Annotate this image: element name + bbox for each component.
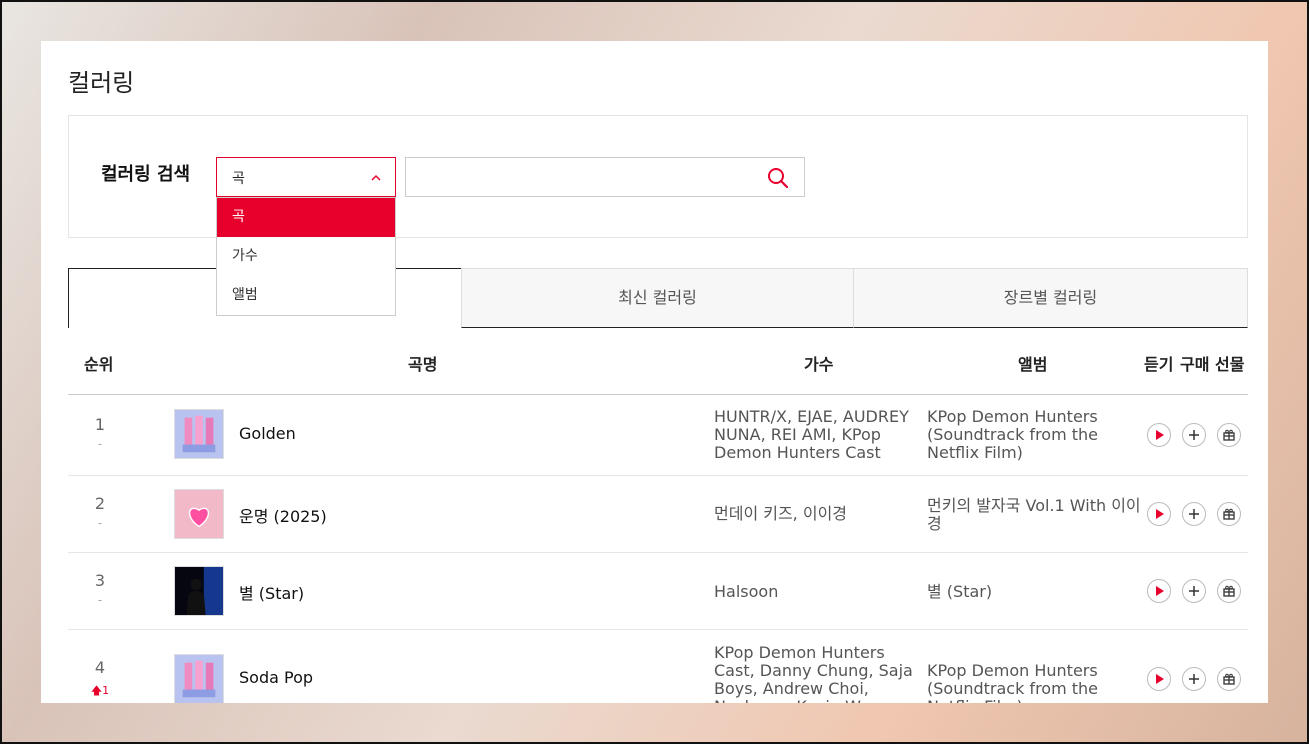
play-icon [1156,586,1164,596]
search-icon[interactable] [766,166,790,190]
search-type-value: 곡 [232,171,245,187]
arrow-up-icon: 🡅 [90,684,103,697]
song-title[interactable]: Golden [239,424,296,443]
rank-number: 3 [94,571,106,590]
dropdown-option-song[interactable]: 곡 [217,198,395,237]
row-actions [1147,423,1247,447]
coloring-panel: 컬러링 컬러링 검색 곡 곡 가수 앨범 최신 컬러링 장르별 컬러링 순위 곡… [41,41,1268,703]
gift-icon [1223,585,1235,597]
header-listen: 듣기 [1144,355,1174,374]
song-title[interactable]: 운명 (2025) [239,503,327,527]
buy-button[interactable] [1182,579,1206,603]
play-icon [1156,674,1164,684]
buy-button[interactable] [1182,502,1206,526]
song-title[interactable]: Soda Pop [239,668,313,687]
artist-name[interactable]: 먼데이 키즈, 이이경 [714,505,919,523]
dropdown-option-album[interactable]: 앨범 [217,276,395,315]
header-rank: 순위 [84,355,114,374]
album-cover[interactable] [174,489,224,539]
page-title: 컬러링 [68,69,135,97]
gift-icon [1223,429,1235,441]
gift-button[interactable] [1217,502,1241,526]
rank-change-value: 1 [102,684,110,697]
rank-change-up: 🡅1 [68,682,132,701]
rank-number: 1 [94,415,106,434]
plus-icon [1189,586,1199,596]
chevron-up-icon [371,174,381,181]
album-cover[interactable] [174,654,224,703]
album-name[interactable]: 별 (Star) [927,583,1142,601]
row-actions [1147,667,1247,691]
row-actions [1147,579,1247,603]
header-buy: 구매 [1180,355,1210,374]
gift-icon [1223,508,1235,520]
search-input[interactable] [406,158,746,196]
tab-genre[interactable]: 장르별 컬러링 [853,268,1248,328]
gift-button[interactable] [1217,667,1241,691]
search-input-wrapper [405,157,805,197]
header-gift: 선물 [1215,355,1245,374]
play-button[interactable] [1147,502,1171,526]
table-header: 순위 곡명 가수 앨범 듣기 구매 선물 [68,328,1248,395]
rank-change: - [97,516,103,530]
play-button[interactable] [1147,579,1171,603]
buy-button[interactable] [1182,667,1206,691]
search-type-select[interactable]: 곡 곡 가수 앨범 [216,157,396,316]
album-cover[interactable] [174,409,224,459]
rank-number: 2 [94,494,106,513]
rank-change: - [97,593,103,607]
song-title[interactable]: 별 (Star) [239,580,304,604]
header-song: 곡명 [408,355,438,374]
search-label: 컬러링 검색 [101,164,191,185]
gift-button[interactable] [1217,579,1241,603]
play-button[interactable] [1147,423,1171,447]
table-row: 3 - 별 (Star) Halsoon 별 (Star) [68,553,1248,630]
plus-icon [1189,674,1199,684]
search-type-dropdown: 곡 가수 앨범 [216,197,396,316]
play-icon [1156,509,1164,519]
play-icon [1156,430,1164,440]
artist-name[interactable]: KPop Demon Hunters Cast, Danny Chung, Sa… [714,644,919,704]
rank-change: - [97,437,103,451]
artist-name[interactable]: Halsoon [714,583,919,601]
artist-name[interactable]: HUNTR/X, EJAE, AUDREY NUNA, REI AMI, KPo… [714,408,919,462]
tab-latest[interactable]: 최신 컬러링 [461,268,854,328]
table-row: 1 - Golden HUNTR/X, EJAE, AUDREY NUNA, R… [68,395,1248,476]
play-button[interactable] [1147,667,1171,691]
row-actions [1147,502,1247,526]
header-artist: 가수 [804,355,834,374]
dropdown-option-artist[interactable]: 가수 [217,237,395,276]
rank-number: 4 [94,658,106,677]
album-name[interactable]: KPop Demon Hunters (Soundtrack from the … [927,408,1142,462]
plus-icon [1189,430,1199,440]
header-album: 앨범 [1018,355,1048,374]
album-name[interactable]: KPop Demon Hunters (Soundtrack from the … [927,662,1142,704]
album-cover[interactable] [174,566,224,616]
table-row: 4 🡅1 Soda Pop KPop Demon Hunters Cast, D… [68,630,1248,703]
plus-icon [1189,509,1199,519]
gift-icon [1223,673,1235,685]
gift-button[interactable] [1217,423,1241,447]
search-section: 컬러링 검색 곡 곡 가수 앨범 [68,115,1248,316]
table-row: 2 - 운명 (2025) 먼데이 키즈, 이이경 먼키의 발자국 Vol.1 … [68,476,1248,553]
buy-button[interactable] [1182,423,1206,447]
album-name[interactable]: 먼키의 발자국 Vol.1 With 이이경 [927,497,1142,533]
